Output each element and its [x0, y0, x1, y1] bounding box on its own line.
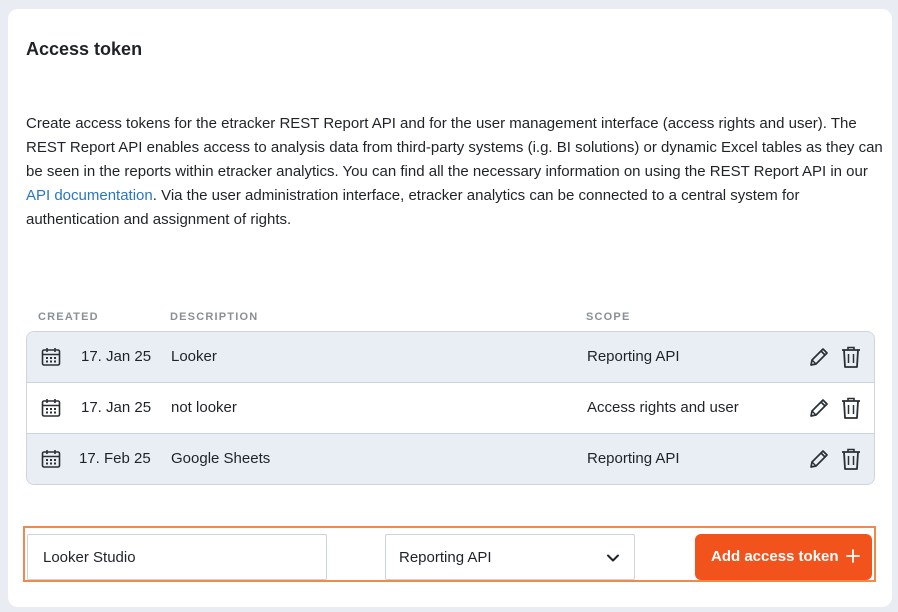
row-created-date: 17. Jan 25 — [81, 348, 152, 365]
row-created-date: 17. Jan 25 — [81, 399, 152, 416]
panel-title: Access token — [26, 39, 143, 59]
row-description: Google Sheets — [171, 450, 271, 467]
add-token-form: Reporting API Add access token — [23, 526, 876, 582]
column-header-scope: SCOPE — [586, 311, 631, 323]
table-row: 17. Jan 25 Looker Reporting API — [27, 332, 874, 383]
table-row: 17. Feb 25 Google Sheets Reporting API — [27, 434, 874, 484]
plus-icon — [846, 549, 860, 563]
table-row: 17. Jan 25 not looker Access rights and … — [27, 383, 874, 434]
calendar-icon — [41, 348, 61, 366]
token-table: 17. Jan 25 Looker Reporting API 17. Jan … — [26, 331, 875, 485]
column-header-created: CREATED — [38, 311, 99, 323]
add-access-token-button[interactable]: Add access token — [695, 534, 872, 580]
add-access-token-label: Add access token — [711, 548, 839, 565]
trash-icon[interactable] — [840, 447, 862, 471]
row-scope: Reporting API — [587, 348, 680, 365]
scope-select-value: Reporting API — [399, 549, 492, 566]
trash-icon[interactable] — [840, 396, 862, 420]
access-token-panel: Access token Create access tokens for th… — [8, 9, 892, 607]
panel-description: Create access tokens for the etracker RE… — [26, 112, 886, 232]
row-description: not looker — [171, 399, 237, 416]
pencil-icon[interactable] — [807, 396, 831, 420]
column-header-description: DESCRIPTION — [170, 311, 259, 323]
pencil-icon[interactable] — [807, 345, 831, 369]
description-text-1: Create access tokens for the etracker RE… — [26, 115, 883, 180]
calendar-icon — [41, 450, 61, 468]
token-description-input[interactable] — [27, 534, 327, 580]
api-documentation-link[interactable]: API documentation — [26, 187, 153, 204]
calendar-icon — [41, 399, 61, 417]
pencil-icon[interactable] — [807, 447, 831, 471]
chevron-down-icon — [607, 554, 619, 562]
trash-icon[interactable] — [840, 345, 862, 369]
row-description: Looker — [171, 348, 217, 365]
row-scope: Reporting API — [587, 450, 680, 467]
row-scope: Access rights and user — [587, 399, 739, 416]
row-created-date: 17. Feb 25 — [79, 450, 151, 467]
scope-select[interactable]: Reporting API — [385, 534, 635, 580]
